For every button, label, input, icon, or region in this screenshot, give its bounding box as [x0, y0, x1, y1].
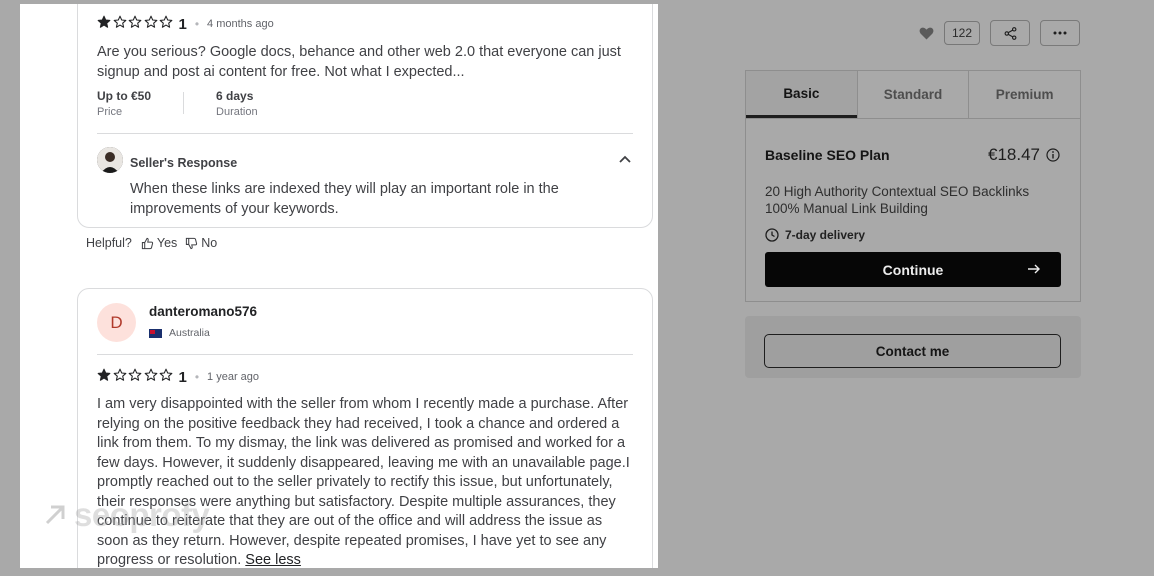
- divider: [97, 354, 633, 355]
- tab-premium[interactable]: Premium: [968, 71, 1080, 118]
- info-icon[interactable]: [1046, 148, 1060, 162]
- price-value: Up to €50: [97, 89, 152, 103]
- rating-row: 1 • 1 year ago: [97, 368, 259, 386]
- seller-response-title: Seller's Response: [130, 156, 238, 170]
- helpful-no-button[interactable]: No: [185, 236, 217, 250]
- helpful-yes-button[interactable]: Yes: [141, 236, 177, 250]
- seller-response-text: When these links are indexed they will p…: [130, 181, 559, 217]
- star-empty-icon: [144, 15, 157, 28]
- star-empty-icon: [113, 368, 126, 381]
- separator-dot: •: [194, 17, 200, 31]
- country-name: Australia: [169, 327, 210, 339]
- reviewer-username[interactable]: danteromano576: [149, 304, 257, 319]
- more-options-button[interactable]: [1040, 20, 1080, 46]
- helpful-label: Helpful?: [86, 236, 132, 250]
- watermark-logo: seoprofy: [74, 496, 210, 533]
- star-empty-icon: [159, 15, 173, 28]
- star-empty-icon: [128, 368, 142, 381]
- plan-description-line: 100% Manual Link Building: [765, 201, 928, 216]
- review-time: 4 months ago: [207, 18, 274, 30]
- package-tabs: Basic Standard Premium: [746, 71, 1080, 119]
- plan-description-line: 20 High Authority Contextual SEO Backlin…: [765, 184, 1030, 199]
- reviewer-country: Australia: [149, 327, 210, 339]
- chevron-up-icon[interactable]: [618, 153, 632, 167]
- continue-button[interactable]: Continue: [765, 252, 1061, 287]
- seller-avatar: [97, 147, 123, 173]
- clock-icon: [765, 228, 779, 242]
- star-filled-icon: [97, 368, 111, 381]
- review-text: Are you serious? Google docs, behance an…: [97, 44, 621, 80]
- delivery-time: 7-day delivery: [765, 228, 865, 242]
- package-card: Basic Standard Premium Baseline SEO Plan…: [745, 70, 1081, 302]
- review-body: I am very disappointed with the seller f…: [97, 396, 630, 568]
- see-less-link[interactable]: See less: [245, 552, 301, 568]
- meta-divider: [183, 92, 185, 114]
- continue-label: Continue: [882, 261, 944, 278]
- delivery-label: 7-day delivery: [785, 228, 866, 242]
- plan-price: €18.47: [988, 145, 1040, 164]
- star-empty-icon: [128, 15, 142, 28]
- avatar[interactable]: D: [97, 303, 136, 342]
- share-button[interactable]: [990, 20, 1030, 46]
- duration-value: 6 days: [216, 89, 254, 103]
- divider: [97, 133, 633, 134]
- australia-flag-icon: [149, 328, 162, 338]
- more-dots-icon: [1053, 31, 1067, 35]
- star-empty-icon: [144, 368, 157, 381]
- separator-dot: •: [194, 370, 200, 384]
- order-meta: Up to €50 Price 6 days Duration: [97, 89, 258, 118]
- review-time: 1 year ago: [207, 371, 260, 383]
- price-label: Price: [97, 106, 123, 118]
- plan-description: 20 High Authority Contextual SEO Backlin…: [765, 183, 1065, 217]
- reviews-panel: 1 • 4 months ago Are you serious? Google…: [20, 4, 658, 568]
- star-rating: [97, 368, 175, 386]
- thumbs-down-icon: [186, 237, 198, 249]
- rating-number: 1: [178, 368, 187, 386]
- plan-name: Baseline SEO Plan: [765, 147, 890, 163]
- tab-standard[interactable]: Standard: [856, 71, 969, 118]
- review-card: 1 • 4 months ago Are you serious? Google…: [77, 4, 653, 228]
- helpful-no-label: No: [201, 236, 218, 250]
- price-meta: Up to €50 Price: [97, 89, 151, 118]
- star-empty-icon: [113, 15, 126, 28]
- likes-count: 122: [944, 21, 980, 45]
- star-rating: [97, 15, 175, 33]
- share-icon: [1004, 26, 1016, 40]
- watermark-arrow-icon: [45, 505, 65, 525]
- duration-label: Duration: [216, 106, 258, 118]
- duration-meta: 6 days Duration: [216, 89, 258, 118]
- contact-me-button[interactable]: Contact me: [764, 334, 1061, 368]
- helpful-row: Helpful? Yes No: [86, 236, 225, 250]
- thumbs-up-icon: [141, 237, 153, 249]
- star-empty-icon: [159, 368, 173, 381]
- star-filled-icon: [97, 15, 111, 28]
- rating-number: 1: [178, 15, 187, 33]
- rating-row: 1 • 4 months ago: [97, 15, 274, 33]
- review-text: I am very disappointed with the seller f…: [97, 395, 637, 568]
- heart-icon[interactable]: [919, 27, 934, 40]
- seller-photo-icon: [97, 147, 123, 173]
- arrow-right-icon: [1028, 264, 1040, 274]
- contact-card: Contact me: [745, 316, 1081, 378]
- helpful-yes-label: Yes: [156, 236, 178, 250]
- tab-basic[interactable]: Basic: [746, 71, 857, 118]
